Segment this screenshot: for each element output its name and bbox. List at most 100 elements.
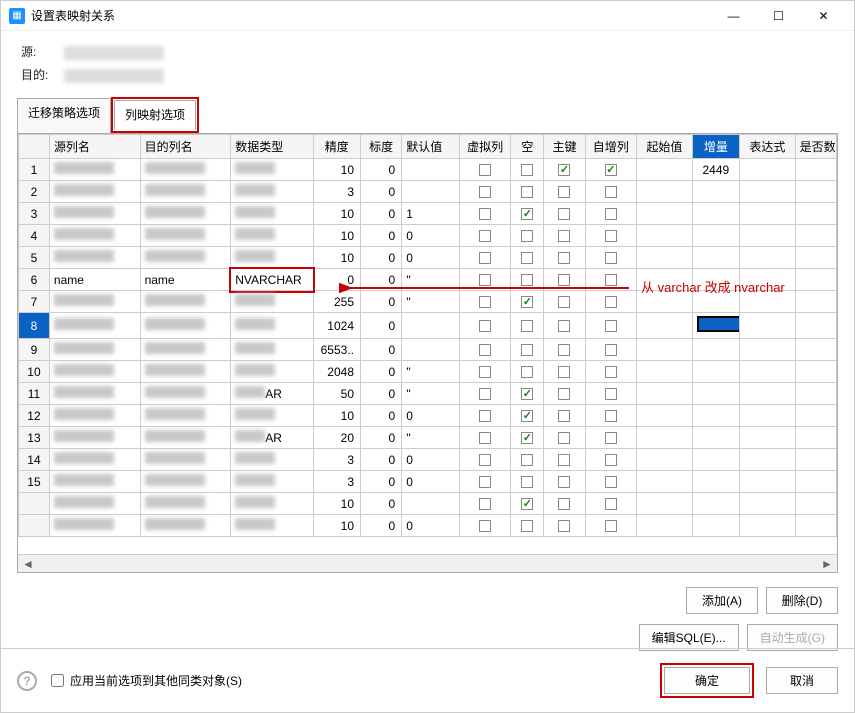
- cell-pk[interactable]: [544, 247, 585, 269]
- cell-default[interactable]: [402, 339, 460, 361]
- cell-virtual[interactable]: [459, 427, 511, 449]
- cell-expr[interactable]: [740, 515, 796, 537]
- cell-isnum[interactable]: [795, 339, 836, 361]
- cell-prec[interactable]: 1024: [313, 313, 360, 339]
- cell-prec[interactable]: 6553..: [313, 339, 360, 361]
- ok-button[interactable]: 确定: [664, 667, 750, 694]
- cell-default[interactable]: 0: [402, 225, 460, 247]
- cell-dst[interactable]: [140, 471, 231, 493]
- cell-null[interactable]: [511, 383, 544, 405]
- cell-pk[interactable]: [544, 203, 585, 225]
- cell-incr[interactable]: [692, 313, 739, 339]
- cell-virtual[interactable]: [459, 361, 511, 383]
- cell-autoinc[interactable]: [585, 383, 637, 405]
- cell-dtype[interactable]: [231, 291, 313, 313]
- cell-dst[interactable]: [140, 383, 231, 405]
- table-row[interactable]: 1000: [19, 515, 837, 537]
- cell-prec[interactable]: 10: [313, 405, 360, 427]
- cell-pk[interactable]: [544, 291, 585, 313]
- cell-scale[interactable]: 0: [361, 269, 402, 291]
- cell-null[interactable]: [511, 493, 544, 515]
- cell-start[interactable]: [637, 405, 693, 427]
- cell-virtual[interactable]: [459, 225, 511, 247]
- cell-src[interactable]: [49, 181, 140, 203]
- cell-start[interactable]: [637, 181, 693, 203]
- h-scrollbar[interactable]: ◄ ►: [18, 554, 837, 572]
- cell-incr[interactable]: [692, 427, 739, 449]
- cell-autoinc[interactable]: [585, 361, 637, 383]
- cell-incr[interactable]: [692, 493, 739, 515]
- cell-dst[interactable]: [140, 427, 231, 449]
- cell-isnum[interactable]: [795, 159, 836, 181]
- cell-default[interactable]: '': [402, 291, 460, 313]
- cell-autoinc[interactable]: [585, 225, 637, 247]
- cell-incr[interactable]: 2449: [692, 159, 739, 181]
- col-scale[interactable]: 标度: [361, 135, 402, 159]
- cell-autoinc[interactable]: [585, 449, 637, 471]
- cell-start[interactable]: [637, 449, 693, 471]
- cell-expr[interactable]: [740, 225, 796, 247]
- cell-dst[interactable]: [140, 515, 231, 537]
- cell-virtual[interactable]: [459, 247, 511, 269]
- table-row[interactable]: 13AR200'': [19, 427, 837, 449]
- cell-rownum[interactable]: 3: [19, 203, 50, 225]
- cell-scale[interactable]: 0: [361, 225, 402, 247]
- cell-rownum[interactable]: 10: [19, 361, 50, 383]
- col-autoinc[interactable]: 自增列: [585, 135, 637, 159]
- cell-autoinc[interactable]: [585, 515, 637, 537]
- cell-scale[interactable]: 0: [361, 159, 402, 181]
- cell-src[interactable]: name: [49, 269, 140, 291]
- cell-pk[interactable]: [544, 405, 585, 427]
- cell-src[interactable]: [49, 159, 140, 181]
- cell-src[interactable]: [49, 449, 140, 471]
- cell-dtype[interactable]: [231, 247, 313, 269]
- cell-prec[interactable]: 255: [313, 291, 360, 313]
- cell-src[interactable]: [49, 493, 140, 515]
- cell-incr[interactable]: [692, 269, 739, 291]
- cell-isnum[interactable]: [795, 247, 836, 269]
- table-row[interactable]: 6namenameNVARCHAR00'': [19, 269, 837, 291]
- cell-isnum[interactable]: [795, 291, 836, 313]
- cell-rownum[interactable]: 7: [19, 291, 50, 313]
- cell-src[interactable]: [49, 203, 140, 225]
- cell-rownum[interactable]: 12: [19, 405, 50, 427]
- cell-dst[interactable]: [140, 291, 231, 313]
- apply-checkbox-label[interactable]: 应用当前选项到其他同类对象(S): [51, 672, 660, 689]
- apply-checkbox[interactable]: [51, 674, 64, 687]
- cell-incr[interactable]: [692, 339, 739, 361]
- cell-virtual[interactable]: [459, 449, 511, 471]
- cell-pk[interactable]: [544, 269, 585, 291]
- cell-autoinc[interactable]: [585, 405, 637, 427]
- delete-button[interactable]: 删除(D): [766, 587, 838, 614]
- cell-default[interactable]: '': [402, 269, 460, 291]
- cell-dtype[interactable]: AR: [231, 427, 313, 449]
- cell-scale[interactable]: 0: [361, 291, 402, 313]
- add-button[interactable]: 添加(A): [686, 587, 758, 614]
- cell-scale[interactable]: 0: [361, 247, 402, 269]
- cell-autoinc[interactable]: [585, 181, 637, 203]
- col-start[interactable]: 起始值: [637, 135, 693, 159]
- cell-expr[interactable]: [740, 247, 796, 269]
- cell-rownum[interactable]: 6: [19, 269, 50, 291]
- cell-rownum[interactable]: 9: [19, 339, 50, 361]
- table-row[interactable]: 15300: [19, 471, 837, 493]
- cell-expr[interactable]: [740, 493, 796, 515]
- cell-prec[interactable]: 10: [313, 247, 360, 269]
- cell-expr[interactable]: [740, 449, 796, 471]
- cell-autoinc[interactable]: [585, 291, 637, 313]
- cell-dst[interactable]: [140, 225, 231, 247]
- editsql-button[interactable]: 编辑SQL(E)...: [639, 624, 739, 651]
- col-src[interactable]: 源列名: [49, 135, 140, 159]
- cell-autoinc[interactable]: [585, 269, 637, 291]
- cell-expr[interactable]: [740, 339, 796, 361]
- cell-prec[interactable]: 10: [313, 493, 360, 515]
- cell-dst[interactable]: [140, 449, 231, 471]
- cell-isnum[interactable]: [795, 405, 836, 427]
- cell-isnum[interactable]: [795, 471, 836, 493]
- cell-expr[interactable]: [740, 291, 796, 313]
- cell-isnum[interactable]: [795, 515, 836, 537]
- cell-dtype[interactable]: [231, 493, 313, 515]
- cell-dst[interactable]: [140, 405, 231, 427]
- cell-start[interactable]: [637, 471, 693, 493]
- cell-dst[interactable]: [140, 313, 231, 339]
